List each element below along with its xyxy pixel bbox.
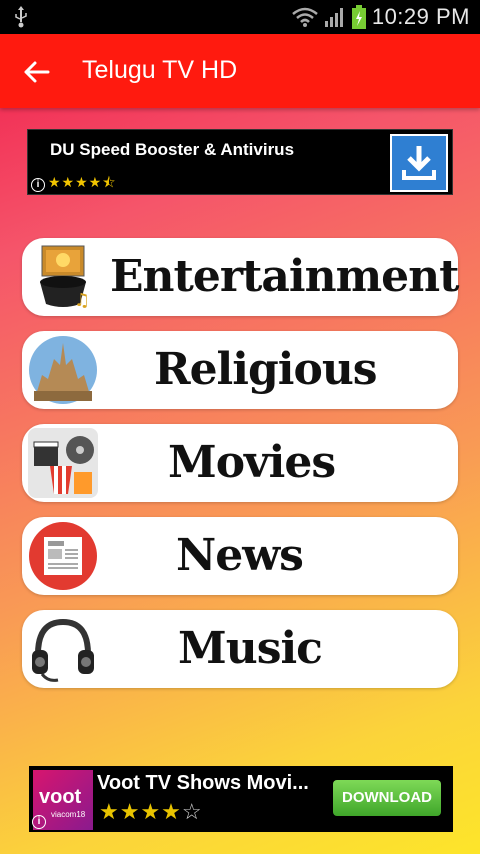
status-bar: 10:29 PM	[0, 0, 480, 34]
usb-icon	[15, 6, 27, 28]
status-time: 10:29 PM	[371, 4, 470, 29]
download-icon	[402, 146, 436, 180]
category-label: Entertainment	[110, 251, 459, 302]
app-bar: Telugu TV HD	[0, 34, 480, 108]
ad-rating: ★★★★☆	[99, 799, 203, 825]
ad-rating: ★★★★⯪	[48, 174, 117, 190]
ad-thumb-logo: voot	[39, 786, 82, 808]
category-label: Religious	[154, 344, 378, 395]
back-arrow-icon[interactable]	[22, 58, 50, 86]
ad-thumb-sub: viacom18	[51, 810, 86, 819]
category-movies-button[interactable]: Movies	[22, 424, 458, 502]
ad-title: DU Speed Booster & Antivirus	[50, 140, 295, 159]
category-label: Movies	[168, 437, 336, 488]
ad-download-button[interactable]	[390, 134, 448, 192]
ad-banner-bottom[interactable]: voot viacom18 i Voot TV Shows Movi... ★★…	[29, 766, 453, 832]
ad-info-icon[interactable]: i	[32, 815, 46, 829]
category-news-button[interactable]: News	[22, 517, 458, 595]
category-label: Music	[178, 623, 323, 674]
category-label: News	[176, 530, 304, 581]
ad-banner-top[interactable]: DU Speed Booster & Antivirus i ★★★★⯪	[27, 129, 453, 195]
signal-icon	[324, 8, 343, 27]
entertainment-icon: ♫	[40, 245, 90, 311]
wifi-icon	[292, 7, 318, 27]
category-religious-button[interactable]: Religious	[22, 331, 458, 409]
svg-text:♫: ♫	[74, 290, 90, 311]
news-icon	[29, 522, 97, 590]
category-entertainment-button[interactable]: ♫ Entertainment	[22, 238, 459, 316]
headphones-icon	[32, 618, 94, 682]
ad-title: Voot TV Shows Movi...	[97, 772, 309, 794]
ad-info-icon[interactable]: i	[31, 178, 45, 192]
rating-empty: ☆	[181, 799, 203, 824]
app-title: Telugu TV HD	[82, 56, 238, 84]
ad-download-button[interactable]: DOWNLOAD	[333, 780, 441, 816]
movies-icon	[28, 428, 98, 498]
temple-icon	[29, 336, 97, 404]
category-music-button[interactable]: Music	[22, 610, 458, 688]
rating-filled: ★★★★	[99, 799, 182, 824]
battery-icon	[351, 5, 366, 29]
